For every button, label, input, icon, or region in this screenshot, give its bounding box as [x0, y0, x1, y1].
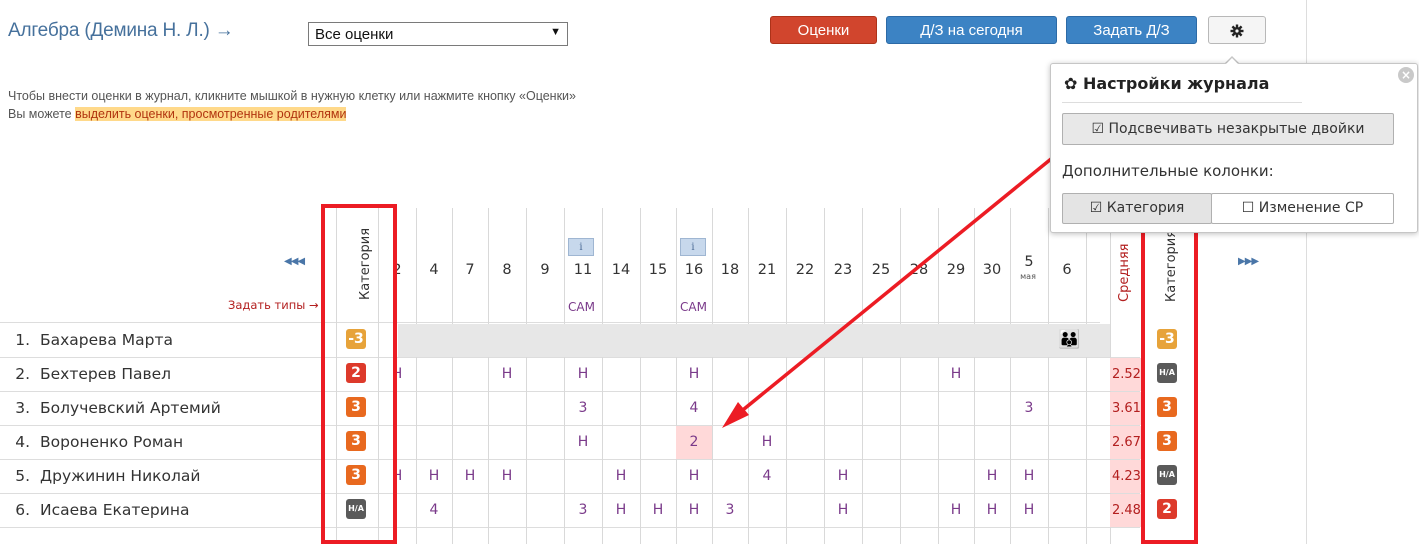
popup-divider — [1062, 102, 1302, 103]
popup-pointer-fill — [1225, 58, 1239, 65]
extra-columns-label: Дополнительные колонки: — [1062, 162, 1274, 180]
close-icon[interactable]: × — [1398, 67, 1414, 83]
column-change-avg-toggle[interactable]: ☐ Изменение СР — [1211, 193, 1394, 224]
highlight-twos-toggle[interactable]: ☑ Подсвечивать незакрытые двойки — [1062, 113, 1394, 145]
column-category-toggle[interactable]: ☑ Категория — [1062, 193, 1212, 224]
settings-popup-title: ✿ Настройки журнала — [1064, 74, 1270, 93]
